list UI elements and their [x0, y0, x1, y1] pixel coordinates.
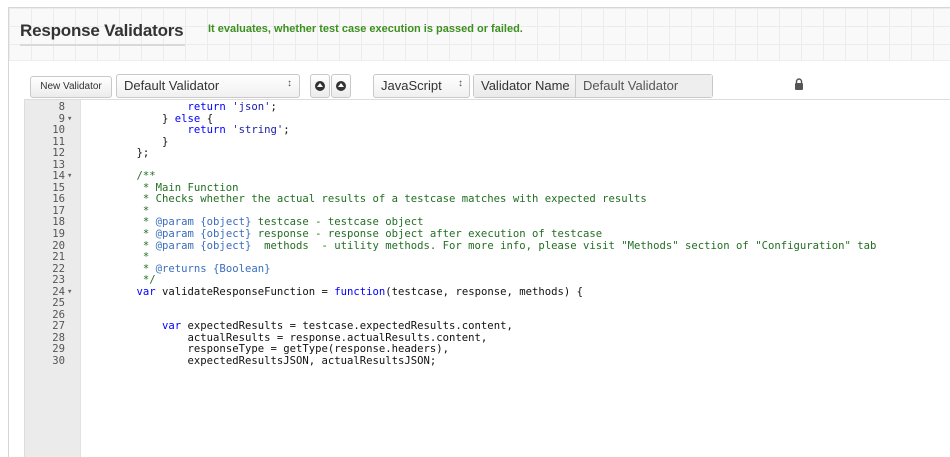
- code-token: return: [187, 101, 233, 113]
- chevron-up-down-icon: ↕: [458, 78, 463, 89]
- code-token: 'string': [232, 124, 284, 137]
- code-token: *: [142, 228, 156, 241]
- language-select-value: JavaScript: [381, 78, 442, 93]
- line-number: 21: [52, 251, 65, 264]
- fold-toggle-icon[interactable]: ▾: [67, 171, 72, 183]
- fold-toggle-icon[interactable]: ▾: [67, 114, 72, 126]
- code-line[interactable]: 22 * @returns {Boolean}: [25, 262, 950, 276]
- code-line[interactable]: 20 * @param {object} methods - utility m…: [25, 239, 950, 253]
- language-select[interactable]: JavaScript ↕: [373, 74, 470, 98]
- code-text: };: [111, 147, 150, 160]
- code-token: ;: [270, 101, 277, 113]
- chevron-up-down-icon: ↕: [287, 78, 292, 89]
- code-token: *: [142, 262, 156, 275]
- code-token: @param {object}: [155, 228, 252, 241]
- code-token: * Main Function: [142, 181, 239, 194]
- code-line[interactable]: 16 * Checks whether the actual results o…: [25, 194, 950, 206]
- page-subtitle: It evaluates, whether test case executio…: [208, 23, 523, 35]
- line-number: 30: [52, 355, 65, 368]
- code-token: var: [136, 285, 163, 298]
- code-token: };: [136, 147, 150, 160]
- code-token: @returns {Boolean}: [155, 262, 271, 275]
- code-token: function: [334, 285, 386, 298]
- code-token: /**: [136, 170, 156, 183]
- response-validators-panel: Response Validators It evaluates, whethe…: [8, 7, 950, 457]
- code-token: *: [142, 239, 156, 252]
- code-line[interactable]: 11 }: [25, 135, 950, 149]
- code-token: var: [162, 320, 188, 333]
- line-number: 8: [58, 101, 65, 113]
- code-token: 'json': [232, 101, 271, 113]
- code-token: }: [162, 135, 169, 148]
- code-token: */: [142, 274, 156, 287]
- code-editor[interactable]: 8 return 'json'; 9 ▾ } else {10 return 'st…: [24, 99, 950, 457]
- code-line[interactable]: 25: [25, 298, 950, 310]
- circle-arrow-down-icon: [336, 81, 346, 91]
- code-lines: 8 return 'json'; 9 ▾ } else {10 return 'st…: [25, 101, 950, 368]
- code-token: ;: [283, 124, 290, 137]
- code-token: responseType = getType(response.headers)…: [187, 343, 450, 356]
- fold-toggle-icon[interactable]: ▾: [67, 287, 72, 299]
- code-text: * Checks whether the actual results of a…: [111, 194, 647, 206]
- code-token: validateResponseFunction =: [162, 285, 335, 298]
- page-title: Response Validators: [20, 21, 184, 40]
- code-text: expectedResultsJSON, actualResultsJSON;: [111, 355, 437, 368]
- new-validator-button[interactable]: New Validator: [30, 76, 112, 98]
- code-line[interactable]: 13: [25, 159, 950, 172]
- code-text: * @param {object} methods - utility meth…: [111, 239, 877, 253]
- code-text: var validateResponseFunction = function(…: [111, 285, 583, 299]
- code-token: *: [142, 216, 156, 229]
- code-token: actualResults = response.actualResults.c…: [187, 331, 488, 344]
- move-up-button[interactable]: [310, 74, 330, 98]
- validator-select[interactable]: Default Validator ↕: [116, 74, 300, 98]
- code-token: * Checks whether the actual results of a…: [142, 193, 647, 206]
- code-line[interactable]: 24 ▾ var validateResponseFunction = funct…: [25, 285, 950, 299]
- title-underline: [20, 44, 185, 46]
- code-token: return: [187, 124, 233, 137]
- code-token: expectedResultsJSON, actualResultsJSON;: [187, 355, 437, 368]
- circle-arrow-up-icon: [315, 81, 325, 91]
- code-token: @param {object}: [155, 216, 252, 229]
- code-line[interactable]: 12 };: [25, 147, 950, 160]
- code-token: (testcase, response, methods) {: [385, 285, 583, 298]
- line-number: 10: [52, 124, 65, 137]
- code-token: else: [174, 112, 201, 125]
- validator-name-group: Validator Name Default Validator: [473, 74, 713, 98]
- panel-header: Response Validators It evaluates, whethe…: [9, 8, 950, 61]
- validator-name-label: Validator Name: [474, 75, 576, 97]
- lock-icon[interactable]: [794, 78, 804, 90]
- code-token: *: [142, 251, 150, 264]
- validator-name-field[interactable]: Default Validator: [577, 75, 712, 97]
- code-token: }: [162, 112, 175, 125]
- line-number: 12: [52, 147, 65, 160]
- code-token: @param {object}: [155, 239, 252, 252]
- code-token: testcase - testcase object: [251, 216, 424, 229]
- validator-select-value: Default Validator: [124, 78, 220, 93]
- code-token: *: [142, 204, 150, 217]
- validator-toolbar: New Validator Default Validator ↕ JavaSc…: [9, 61, 950, 99]
- code-token: response - response object after executi…: [251, 228, 603, 241]
- move-down-button[interactable]: [331, 74, 351, 98]
- code-token: methods - utility methods. For more info…: [251, 239, 877, 252]
- code-token: expectedResults = testcase.expectedResul…: [187, 320, 513, 333]
- code-line[interactable]: 30 expectedResultsJSON, actualResultsJSO…: [25, 355, 950, 368]
- line-number: 19: [52, 228, 65, 241]
- code-token: {: [200, 112, 214, 125]
